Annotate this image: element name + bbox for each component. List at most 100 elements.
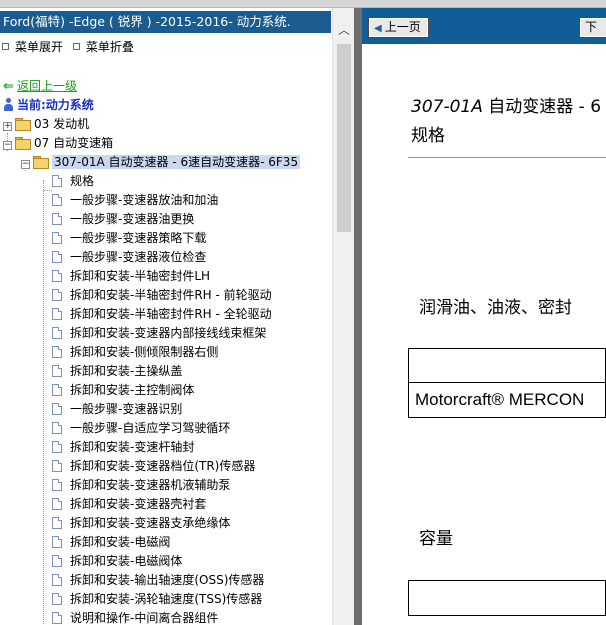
document-nav-bar: ◀ 上一页 下 xyxy=(362,8,606,44)
tree-item[interactable]: 拆卸和安装-电磁阀 xyxy=(52,533,170,552)
expand-icon[interactable]: + xyxy=(3,122,12,131)
tree-item-label: 拆卸和安装-变速杆轴封 xyxy=(70,440,195,454)
tree-item-label: 一般步骤-变速器油更换 xyxy=(70,212,195,226)
tree-item[interactable]: 拆卸和安装-半轴密封件LH xyxy=(52,267,210,286)
document-icon xyxy=(52,403,62,415)
document-title-rest: 自动变速器 - 6 xyxy=(482,97,602,117)
menu-expand-button[interactable]: 菜单展开 xyxy=(2,39,63,55)
tree-item-label: 拆卸和安装-变速器档位(TR)传感器 xyxy=(70,459,256,473)
current-location: 当前:动力系统 xyxy=(3,96,94,115)
tree-item-label: 拆卸和安装-输出轴速度(OSS)传感器 xyxy=(70,573,265,587)
tree-node-transmission[interactable]: − 07 自动变速箱 xyxy=(3,134,113,153)
document-icon xyxy=(52,175,62,187)
tree-item-label: 一般步骤-变速器识别 xyxy=(70,402,183,416)
tree-node-label: 07 自动变速箱 xyxy=(34,136,114,150)
tree-item-label: 拆卸和安装-主操纵盖 xyxy=(70,364,183,378)
tree-node-label: 307-01A 自动变速器 - 6速自动变速器- 6F35 xyxy=(52,155,301,169)
tree-item[interactable]: 拆卸和安装-变速器机液辅助泵 xyxy=(52,476,230,495)
tree-item-label: 拆卸和安装-半轴密封件RH - 全轮驱动 xyxy=(70,307,272,321)
folder-icon xyxy=(15,118,31,131)
tree-item-label: 一般步骤-变速器放油和加油 xyxy=(70,193,219,207)
tree-item-label: 拆卸和安装-变速器机液辅助泵 xyxy=(70,478,231,492)
table-row xyxy=(409,581,605,615)
tree-item[interactable]: 拆卸和安装-输出轴速度(OSS)传感器 xyxy=(52,571,264,590)
scroll-up-icon[interactable]: ︿ xyxy=(336,22,352,38)
tree-item[interactable]: 拆卸和安装-电磁阀体 xyxy=(52,552,182,571)
tree-node-engine[interactable]: +03 发动机 xyxy=(3,115,89,134)
table-cell: Motorcraft® MERCON xyxy=(415,390,585,409)
tree-item-label: 一般步骤-自适应学习驾驶循环 xyxy=(70,421,231,435)
document-icon xyxy=(52,365,62,377)
menu-expand-label: 菜单展开 xyxy=(15,40,64,54)
menu-collapse-button[interactable]: 菜单折叠 xyxy=(72,39,134,55)
back-link-label: 返回上一级 xyxy=(17,79,78,93)
document-pane: ◀ 上一页 下 307-01A 自动变速器 - 6 规格 润滑油、油液、密封 Mo… xyxy=(362,8,606,625)
tree-item[interactable]: 拆卸和安装-变速杆轴封 xyxy=(52,438,194,457)
tree-item-label: 拆卸和安装-半轴密封件RH - 前轮驱动 xyxy=(70,288,272,302)
tree-item[interactable]: 规格 xyxy=(52,172,94,191)
document-icon xyxy=(52,593,62,605)
vertical-scrollbar[interactable]: ︿ xyxy=(332,8,354,625)
capacity-table xyxy=(408,580,606,616)
prev-page-button[interactable]: ◀ 上一页 xyxy=(369,18,428,37)
document-icon xyxy=(52,498,62,510)
tree-item[interactable]: 拆卸和安装-涡轮轴速度(TSS)传感器 xyxy=(52,590,262,609)
tree-item[interactable]: 拆卸和安装-变速器内部接线线束框架 xyxy=(52,324,266,343)
title-divider xyxy=(408,157,606,158)
document-icon xyxy=(52,384,62,396)
document-icon xyxy=(52,289,62,301)
tree-item-label: 拆卸和安装-变速器内部接线线束框架 xyxy=(70,326,267,340)
current-location-label: 当前:动力系统 xyxy=(17,98,94,112)
tree-item-label: 拆卸和安装-半轴密封件LH xyxy=(70,269,211,283)
menu-bar: 菜单展开 菜单折叠 xyxy=(2,39,140,55)
tree-item-label: 拆卸和安装-变速器支承绝缘体 xyxy=(70,516,231,530)
tree-item[interactable]: 拆卸和安装-变速器支承绝缘体 xyxy=(52,514,230,533)
tree-item[interactable]: 拆卸和安装-侧倾限制器右侧 xyxy=(52,343,218,362)
document-title: 307-01A 自动变速器 - 6 xyxy=(411,92,601,117)
square-icon xyxy=(72,43,80,50)
tree-node-selected[interactable]: − 307-01A 自动变速器 - 6速自动变速器- 6F35 xyxy=(21,153,301,172)
document-icon xyxy=(52,536,62,548)
pane-title: Ford(福特) -Edge ( 锐界 ) -2015-2016- 动力系统. xyxy=(0,11,331,33)
tree-item[interactable]: 拆卸和安装-变速器档位(TR)传感器 xyxy=(52,457,255,476)
document-icon xyxy=(52,251,62,263)
tree-item[interactable]: 拆卸和安装-半轴密封件RH - 全轮驱动 xyxy=(52,305,272,324)
tree-item-label: 说明和操作-中间离合器组件 xyxy=(70,611,219,625)
document-icon xyxy=(52,441,62,453)
tree-guide-line xyxy=(43,180,44,625)
tree-item[interactable]: 一般步骤-变速器策略下载 xyxy=(52,229,206,248)
document-code: 307-01A xyxy=(411,97,483,117)
back-arrow-icon: ⇐ xyxy=(3,79,14,94)
menu-collapse-label: 菜单折叠 xyxy=(85,40,134,54)
tree-item-label: 拆卸和安装-电磁阀 xyxy=(70,535,171,549)
fluids-table: Motorcraft® MERCON xyxy=(408,348,606,418)
folder-icon xyxy=(33,156,49,169)
tree-item[interactable]: 拆卸和安装-变速器壳衬套 xyxy=(52,495,206,514)
tree-item[interactable]: 一般步骤-变速器液位检查 xyxy=(52,248,206,267)
scroll-thumb[interactable] xyxy=(337,44,351,232)
document-subtitle: 规格 xyxy=(411,126,445,146)
tree-item-label: 拆卸和安装-变速器壳衬套 xyxy=(70,497,207,511)
back-link[interactable]: ⇐ 返回上一级 xyxy=(3,77,77,96)
navigation-pane: Ford(福特) -Edge ( 锐界 ) -2015-2016- 动力系统. … xyxy=(0,8,354,625)
tree-item[interactable]: 说明和操作-中间离合器组件 xyxy=(52,609,218,625)
tree-item[interactable]: 一般步骤-变速器放油和加油 xyxy=(52,191,218,210)
tree-item[interactable]: 拆卸和安装-主操纵盖 xyxy=(52,362,182,381)
top-strip xyxy=(0,0,606,8)
document-icon xyxy=(52,327,62,339)
collapse-icon[interactable]: − xyxy=(3,141,12,150)
tree-item-label: 拆卸和安装-涡轮轴速度(TSS)传感器 xyxy=(70,592,263,606)
tree-item[interactable]: 拆卸和安装-半轴密封件RH - 前轮驱动 xyxy=(52,286,272,305)
tree-item[interactable]: 一般步骤-自适应学习驾驶循环 xyxy=(52,419,230,438)
tree-item[interactable]: 一般步骤-变速器识别 xyxy=(52,400,182,419)
tree-item[interactable]: 一般步骤-变速器油更换 xyxy=(52,210,194,229)
pane-splitter[interactable] xyxy=(354,8,362,625)
tree-item-label: 一般步骤-变速器策略下载 xyxy=(70,231,207,245)
collapse-icon[interactable]: − xyxy=(21,160,30,169)
document-icon xyxy=(52,308,62,320)
prev-arrow-icon: ◀ xyxy=(374,23,382,34)
tree-item-label: 一般步骤-变速器液位检查 xyxy=(70,250,207,264)
section-heading-fluids: 润滑油、油液、密封 xyxy=(419,298,572,318)
next-page-button[interactable]: 下 xyxy=(580,18,606,37)
tree-item[interactable]: 拆卸和安装-主控制阀体 xyxy=(52,381,194,400)
